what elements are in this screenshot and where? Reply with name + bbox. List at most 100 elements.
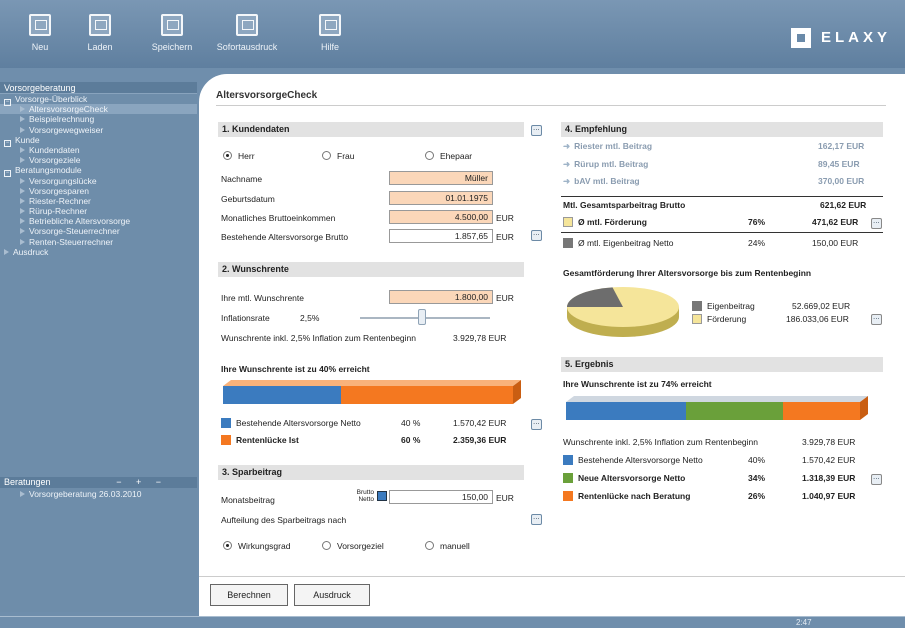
bar-segment-luecke xyxy=(341,386,513,404)
elaxy-logo: ELAXY xyxy=(790,28,891,48)
sidebar-item-13[interactable]: Vorsorge-Steuerrechner xyxy=(0,226,197,236)
arrow-icon xyxy=(20,228,25,235)
berechnen-button[interactable]: Berechnen xyxy=(210,584,288,606)
sidebar-item-11[interactable]: Rürup-Rechner xyxy=(0,206,197,216)
sidebar-item-5[interactable]: Kundendaten xyxy=(0,145,197,155)
ausdruck-button[interactable]: Ausdruck xyxy=(294,584,370,606)
sidebar-tree: − Vorsorge-Überblick AltersvorsorgeCheck Be… xyxy=(0,94,197,257)
pie-chart xyxy=(567,287,679,337)
more-button[interactable] xyxy=(531,228,542,241)
sidebar-item-15[interactable]: Ausdruck xyxy=(0,247,197,257)
brutto-netto-toggle[interactable] xyxy=(377,491,387,501)
sidebar-item-1[interactable]: AltersvorsorgeCheck xyxy=(0,104,197,115)
empfehlung-row-2: ➜ bAV mtl. Beitrag xyxy=(563,176,640,186)
eigen-value: 150,00 EUR xyxy=(812,238,859,248)
radio-herr[interactable]: Herr xyxy=(223,151,255,161)
val-bestehend: 1.570,42 EUR xyxy=(453,418,507,428)
sidebar-item-3[interactable]: Vorsorgewegweiser xyxy=(0,125,197,135)
row-luecke: Rentenlücke Ist xyxy=(221,435,299,445)
ergebnis-inkl-label: Wunschrente inkl. 2,5% Inflation zum Ren… xyxy=(563,437,758,447)
beratungen-controls[interactable]: − + − xyxy=(116,477,167,488)
altersvorsorge-field[interactable]: 1.857,65 xyxy=(389,229,493,243)
section-wunschrente: 2. Wunschrente xyxy=(218,262,524,277)
beratung-item[interactable]: Vorsorgeberatung 26.03.2010 xyxy=(0,489,197,499)
arrow-icon xyxy=(20,491,25,497)
progress-bar-40 xyxy=(223,380,521,404)
radio-vorsorgeziel[interactable]: Vorsorgeziel xyxy=(322,541,384,551)
more-button[interactable] xyxy=(531,512,542,525)
monatsbeitrag-field[interactable]: 150,00 xyxy=(389,490,493,504)
sidebar-header: Vorsorgeberatung xyxy=(0,82,197,94)
empfehlung-row-0: ➜ Riester mtl. Beitrag xyxy=(563,141,653,151)
monatsbeitrag-label: Monatsbeitrag xyxy=(221,495,275,505)
help-icon xyxy=(319,14,341,36)
ergebnis-pct-bestehend: 40% xyxy=(748,455,766,465)
foerderung-value: 471,62 EUR xyxy=(812,217,859,227)
empfehlung-row-1: ➜ Rürup mtl. Beitrag xyxy=(563,158,649,169)
wunschrente-field[interactable]: 1.800,00 xyxy=(389,290,493,304)
more-button[interactable] xyxy=(871,312,882,325)
printer-icon xyxy=(236,14,258,36)
grey-swatch xyxy=(563,238,573,248)
eur-unit: EUR xyxy=(496,293,514,303)
ergebnis-progress-bar xyxy=(566,396,868,420)
eur-unit: EUR xyxy=(496,493,514,503)
brutto-netto-label: Brutto Netto xyxy=(356,489,374,503)
empfehlung-value-1: 89,45 EUR xyxy=(818,158,860,169)
bar-segment-luecke xyxy=(783,402,860,420)
legend-foerderung-value: 186.033,06 EUR xyxy=(786,314,849,324)
more-button[interactable] xyxy=(531,123,542,136)
wunschrente-erreicht-text: Ihre Wunschrente ist zu 40% erreicht xyxy=(221,364,370,374)
radio-manuell[interactable]: manuell xyxy=(425,541,470,551)
sidebar-item-8[interactable]: Versorgungslücke xyxy=(0,176,197,186)
eur-unit: EUR xyxy=(496,213,514,223)
more-button[interactable] xyxy=(871,472,882,485)
empfehlung-value-0: 162,17 EUR xyxy=(818,141,865,151)
grey-swatch xyxy=(692,301,702,311)
sidebar-item-4[interactable]: − Kunde xyxy=(0,135,197,147)
eigen-pct: 24% xyxy=(748,238,766,248)
arrow-icon xyxy=(20,146,25,153)
sidebar-item-0[interactable]: − Vorsorge-Überblick xyxy=(0,94,197,106)
radio-wirkungsgrad[interactable]: Wirkungsgrad xyxy=(223,541,290,551)
save-button[interactable]: Speichern xyxy=(146,14,198,52)
toolbar: Neu Laden Speichern Sofortausdruck Hilfe… xyxy=(0,0,905,68)
new-button[interactable]: Neu xyxy=(16,14,64,52)
ergebnis-val-neu: 1.318,39 EUR xyxy=(802,473,856,483)
sidebar-item-14[interactable]: Renten-Steuerrechner xyxy=(0,237,197,247)
sidebar-item-10[interactable]: Riester-Rechner xyxy=(0,196,197,206)
einkommen-field[interactable]: 4.500,00 xyxy=(389,210,493,224)
arrow-icon xyxy=(20,218,25,225)
geburtsdatum-field[interactable]: 01.01.1975 xyxy=(389,191,493,205)
arrow-icon xyxy=(20,238,25,245)
sidebar-item-12[interactable]: Betriebliche Altersvorsorge xyxy=(0,216,197,226)
help-button[interactable]: Hilfe xyxy=(306,14,354,52)
print-button[interactable]: Sofortausdruck xyxy=(212,14,282,52)
sidebar-item-2[interactable]: Beispielrechnung xyxy=(0,114,197,124)
sidebar: Vorsorgeberatung − Vorsorge-Überblick Alte… xyxy=(0,82,197,612)
aufteilung-label: Aufteilung des Sparbeitrags nach xyxy=(221,515,347,525)
radio-ehepaar[interactable]: Ehepaar xyxy=(425,151,472,161)
arrow-right-icon: ➜ xyxy=(563,141,571,151)
nachname-field[interactable]: Müller xyxy=(389,171,493,185)
sidebar-item-6[interactable]: Vorsorgeziele xyxy=(0,155,197,165)
section-empfehlung: 4. Empfehlung xyxy=(561,122,883,137)
arrow-icon xyxy=(4,248,9,255)
sidebar-item-9[interactable]: Vorsorgesparen xyxy=(0,186,197,196)
inflation-slider-thumb[interactable] xyxy=(418,309,426,325)
green-swatch xyxy=(563,473,573,483)
val-luecke: 2.359,36 EUR xyxy=(453,435,507,445)
yellow-swatch xyxy=(563,217,573,227)
status-bar: 2:47 xyxy=(0,616,905,628)
sidebar-item-7[interactable]: − Beratungsmodule xyxy=(0,165,197,178)
divider xyxy=(561,196,883,197)
more-button[interactable] xyxy=(531,417,542,430)
load-button[interactable]: Laden xyxy=(76,14,124,52)
radio-frau[interactable]: Frau xyxy=(322,151,354,161)
more-button[interactable] xyxy=(871,216,882,229)
arrow-icon xyxy=(20,116,25,123)
page-title: AltersvorsorgeCheck xyxy=(216,90,318,101)
arrow-icon xyxy=(20,177,25,184)
section-ergebnis: 5. Ergebnis xyxy=(561,357,883,372)
foerderung-pct: 76% xyxy=(748,217,766,227)
